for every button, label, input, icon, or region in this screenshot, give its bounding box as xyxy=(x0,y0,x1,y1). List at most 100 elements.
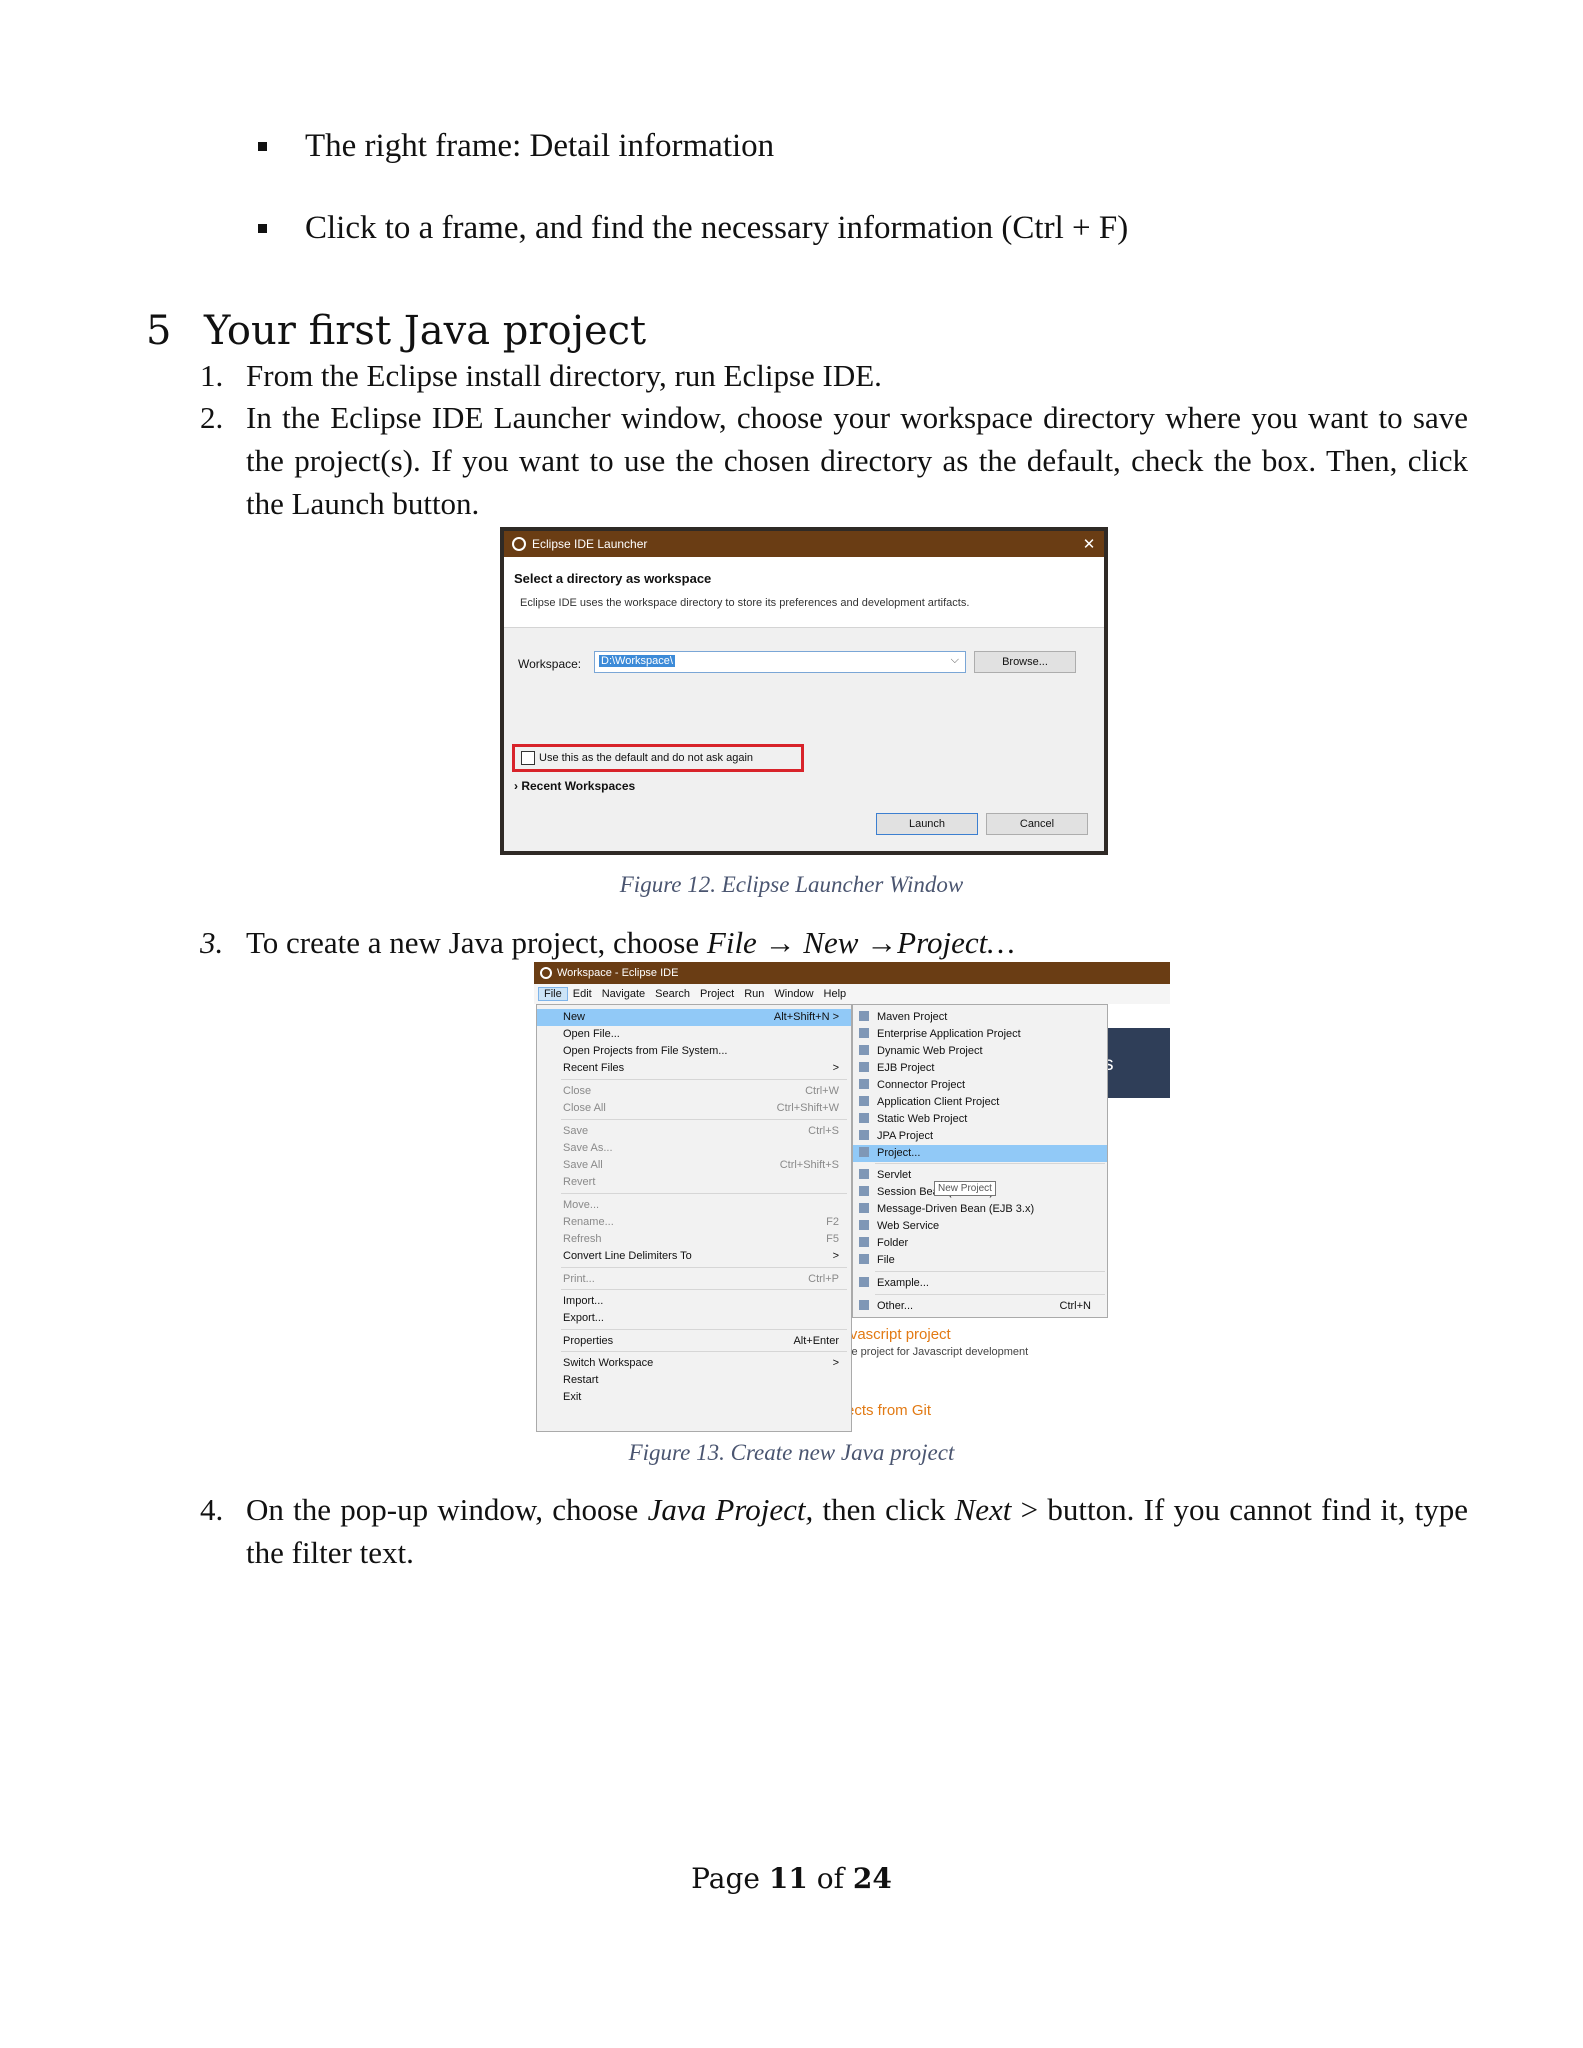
menu-edit[interactable]: Edit xyxy=(568,988,597,1000)
step-menu-path: File → New →Project… xyxy=(706,925,1015,960)
new-submenu-item[interactable]: Message-Driven Bean (EJB 3.x) xyxy=(853,1201,1107,1218)
browse-button[interactable]: Browse... xyxy=(974,651,1076,673)
file-menu-item-label: Move... xyxy=(563,1199,600,1211)
new-submenu-item-label: File xyxy=(877,1254,895,1266)
menu-navigate[interactable]: Navigate xyxy=(597,988,650,1000)
new-submenu-item[interactable]: Maven Project xyxy=(853,1009,1107,1026)
file-menu-item[interactable]: Export... xyxy=(537,1310,851,1327)
step-text: From the Eclipse install directory, run … xyxy=(246,358,882,393)
file-menu-item[interactable]: Refresh F5 xyxy=(537,1231,851,1248)
cancel-button[interactable]: Cancel xyxy=(986,813,1088,835)
file-menu-item-shortcut: Alt+Enter xyxy=(793,1335,839,1347)
file-menu-item[interactable]: Save Ctrl+S xyxy=(537,1123,851,1140)
file-menu-item[interactable]: Convert Line Delimiters To > xyxy=(537,1248,851,1265)
default-checkbox[interactable] xyxy=(521,751,535,765)
file-menu-item[interactable]: Save All Ctrl+Shift+S xyxy=(537,1157,851,1174)
file-menu-item-label: New xyxy=(563,1011,586,1023)
bullet-icon xyxy=(258,224,267,233)
default-checkbox-highlight[interactable]: Use this as the default and do not ask a… xyxy=(512,744,804,772)
new-submenu-item[interactable]: EJB Project xyxy=(853,1060,1107,1077)
menu-separator xyxy=(875,1294,1105,1295)
file-menu-item[interactable]: Revert xyxy=(537,1174,851,1191)
menu-separator xyxy=(561,1119,847,1120)
workspace-value[interactable]: D:\Workspace\ xyxy=(599,655,675,667)
file-menu-item-label: Restart xyxy=(563,1374,599,1386)
file-menu-item[interactable]: Move... xyxy=(537,1197,851,1214)
bullet-item: Click to a frame, and find the necessary… xyxy=(258,210,1128,247)
new-submenu-item[interactable]: Enterprise Application Project xyxy=(853,1026,1107,1043)
menu-run[interactable]: Run xyxy=(739,988,769,1000)
bullet-icon xyxy=(258,142,267,151)
file-menu-item[interactable]: Close Ctrl+W xyxy=(537,1083,851,1100)
file-menu-item[interactable]: Open File... xyxy=(537,1026,851,1043)
file-menu-item[interactable]: Import... xyxy=(537,1293,851,1310)
project-type-icon xyxy=(859,1028,869,1038)
menu-project[interactable]: Project xyxy=(695,988,739,1000)
launch-button[interactable]: Launch xyxy=(876,813,978,835)
recent-workspaces-toggle[interactable]: › Recent Workspaces xyxy=(514,779,635,793)
chevron-down-icon[interactable]: ⌵ xyxy=(951,654,959,667)
project-type-icon xyxy=(859,1277,869,1287)
menu-search[interactable]: Search xyxy=(650,988,695,1000)
bullet-item: The right frame: Detail information xyxy=(258,128,774,165)
step-text-plain: To create a new Java project, choose xyxy=(246,925,707,960)
file-menu-item[interactable]: Rename... F2 xyxy=(537,1214,851,1231)
file-menu-item-shortcut: Ctrl+P xyxy=(808,1273,839,1285)
new-submenu-item[interactable]: File xyxy=(853,1252,1107,1269)
file-menu-item[interactable]: Restart xyxy=(537,1372,851,1389)
new-submenu-item[interactable]: Example... xyxy=(853,1275,1107,1292)
welcome-link-git[interactable]: ects from Git xyxy=(846,1402,931,1419)
file-menu-item[interactable]: Properties Alt+Enter xyxy=(537,1333,851,1350)
launcher-title: Eclipse IDE Launcher xyxy=(532,537,648,551)
workspace-combobox[interactable]: D:\Workspace\ ⌵ xyxy=(594,651,966,673)
project-type-icon xyxy=(859,1011,869,1021)
new-submenu-item[interactable]: Application Client Project xyxy=(853,1094,1107,1111)
menu-separator xyxy=(561,1193,847,1194)
launcher-titlebar: Eclipse IDE Launcher ✕ xyxy=(504,531,1104,557)
menu-file[interactable]: File xyxy=(538,987,568,1001)
file-menu-item[interactable]: Save As... xyxy=(537,1140,851,1157)
close-icon[interactable]: ✕ xyxy=(1074,535,1104,553)
file-menu-item-label: Open File... xyxy=(563,1028,620,1040)
new-submenu-item[interactable]: Folder xyxy=(853,1235,1107,1252)
new-submenu-item[interactable]: Other... Ctrl+N xyxy=(853,1298,1107,1315)
new-project-tooltip: New Project xyxy=(934,1181,996,1196)
menu-window[interactable]: Window xyxy=(769,988,818,1000)
new-submenu-item-label: Message-Driven Bean (EJB 3.x) xyxy=(877,1203,1035,1215)
new-submenu-item[interactable]: Connector Project xyxy=(853,1077,1107,1094)
step-number: 4. xyxy=(200,1492,224,1527)
file-menu-item[interactable]: Recent Files > xyxy=(537,1060,851,1077)
file-menu-item[interactable]: Exit xyxy=(537,1389,851,1406)
file-menu-item-label: Switch Workspace xyxy=(563,1357,654,1369)
new-submenu-item-label: Connector Project xyxy=(877,1079,966,1091)
section-title: Your first Java project xyxy=(204,308,647,354)
file-menu-item-shortcut: Ctrl+Shift+S xyxy=(779,1159,839,1171)
section-heading: 5 Your first Java project xyxy=(146,308,646,354)
project-type-icon xyxy=(859,1062,869,1072)
project-type-icon xyxy=(859,1203,869,1213)
file-menu-item[interactable]: Switch Workspace > xyxy=(537,1355,851,1372)
file-menu-item[interactable]: New Alt+Shift+N > xyxy=(537,1009,851,1026)
footer-prefix: Page xyxy=(691,1862,769,1895)
file-menu-item[interactable]: Print... Ctrl+P xyxy=(537,1271,851,1288)
file-menu-item-shortcut: Alt+Shift+N > xyxy=(773,1011,839,1023)
file-menu-item-label: Close xyxy=(563,1085,592,1097)
new-submenu-item[interactable]: Static Web Project xyxy=(853,1111,1107,1128)
file-menu-item-shortcut: Ctrl+S xyxy=(808,1125,839,1137)
footer-mid: of xyxy=(807,1862,853,1895)
file-menu-item-shortcut: Ctrl+W xyxy=(805,1085,839,1097)
menu-help[interactable]: Help xyxy=(819,988,852,1000)
file-menu-item[interactable]: Close All Ctrl+Shift+W xyxy=(537,1100,851,1117)
new-submenu-item[interactable]: Dynamic Web Project xyxy=(853,1043,1107,1060)
menu-separator xyxy=(561,1079,847,1080)
project-type-icon xyxy=(859,1169,869,1179)
file-menu-item-label: Rename... xyxy=(563,1216,614,1228)
file-menu-item-label: Revert xyxy=(563,1176,596,1188)
file-menu: New Alt+Shift+N > Open File... Open Project… xyxy=(536,1004,852,1432)
file-menu-item-label: Exit xyxy=(563,1391,582,1403)
new-submenu-item[interactable]: Web Service xyxy=(853,1218,1107,1235)
file-menu-item[interactable]: Open Projects from File System... xyxy=(537,1043,851,1060)
new-submenu-item[interactable]: JPA Project xyxy=(853,1128,1107,1145)
new-submenu-item[interactable]: Project... xyxy=(853,1145,1107,1162)
file-menu-item-label: Recent Files xyxy=(563,1062,625,1074)
